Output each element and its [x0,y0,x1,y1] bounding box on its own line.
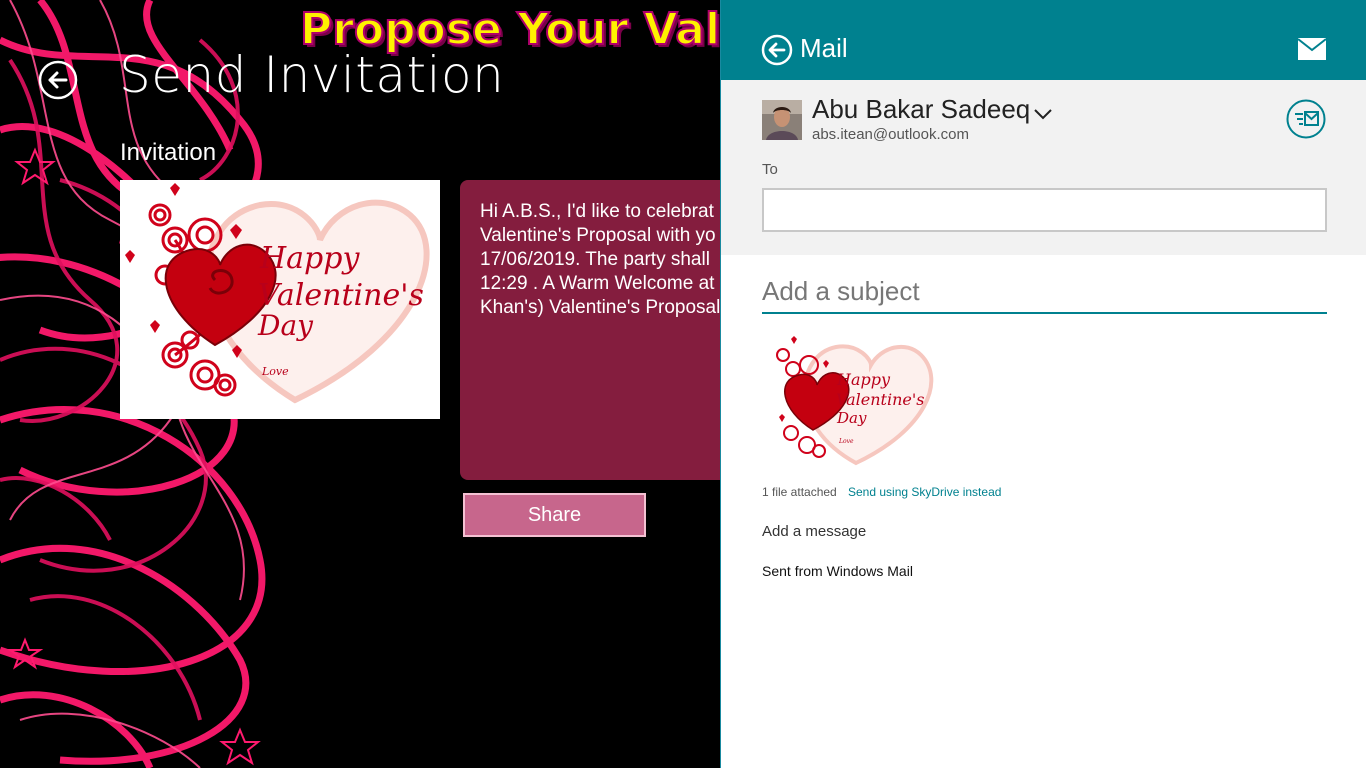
card-heading-1: Happy [259,241,360,276]
attachment-heading-2: Valentine's [836,390,924,409]
skydrive-link[interactable]: Send using SkyDrive instead [848,485,1001,499]
card-heading-2: Valentine's [258,278,424,313]
envelope-icon [1298,38,1326,60]
mail-share-pane: Mail Abu Bakar Sadeeq abs.itean@outlook.… [720,0,1366,768]
avatar [762,100,802,140]
mail-title: Mail [800,33,848,63]
attachment-heading-3: Day [836,409,867,427]
attachment-heading-1: Happy [836,370,891,389]
card-signature: Love [261,365,289,378]
chevron-down-icon[interactable] [1034,108,1052,120]
mail-signature: Sent from Windows Mail [762,563,913,579]
from-area: Abu Bakar Sadeeq abs.itean@outlook.com T… [721,80,1366,255]
card-heading-3: Day [257,309,314,342]
subject-input[interactable] [762,270,1327,314]
mail-header: Mail [721,0,1366,80]
section-label: Invitation [120,139,217,166]
send-mail-icon[interactable] [1286,99,1326,139]
back-arrow-circle-icon[interactable] [761,34,793,66]
attachment-count: 1 file attached [762,485,837,499]
valentine-app: Propose Your Valen Send Invitation Invit… [0,0,720,768]
attachment-thumbnail[interactable]: Happy Valentine's Day Love [761,335,936,468]
sender-email: abs.itean@outlook.com [812,126,969,143]
invitation-message: Hi A.B.S., I'd like to celebrat Valentin… [460,180,720,480]
attachment-signature: Love [838,438,854,445]
message-body-input[interactable]: Add a message [762,523,866,540]
sender-name[interactable]: Abu Bakar Sadeeq [812,94,1030,125]
share-button[interactable]: Share [463,493,646,537]
page-title: Send Invitation [119,46,505,104]
back-arrow-icon[interactable] [38,60,78,100]
to-label: To [762,161,778,178]
valentine-card-image: Happy Valentine's Day Love [120,180,440,419]
to-input[interactable] [762,188,1327,232]
